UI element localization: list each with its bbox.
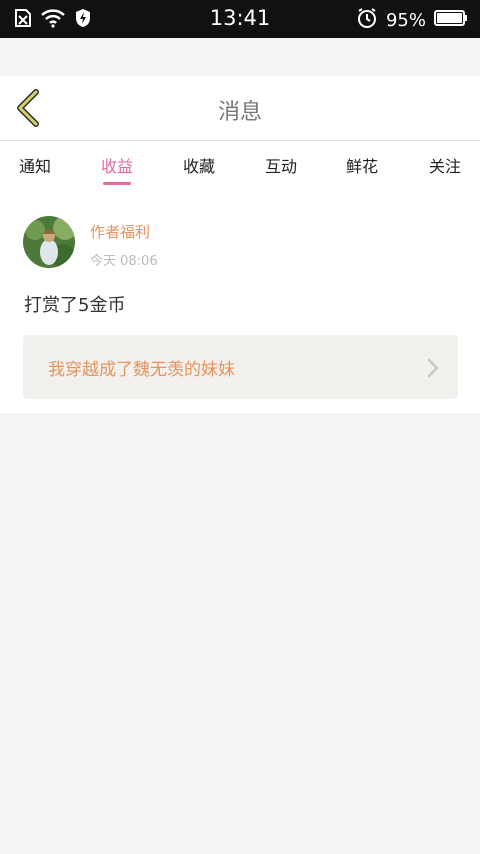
book-link[interactable]: 我穿越成了魏无羡的妹妹	[23, 335, 458, 399]
book-title: 我穿越成了魏无羡的妹妹	[48, 360, 235, 380]
chevron-right-icon	[427, 358, 439, 378]
tab-earnings[interactable]: 收益	[92, 153, 142, 177]
message-text: 打赏了5金币	[24, 295, 126, 316]
author-name: 作者福利	[90, 223, 151, 241]
spacer	[0, 38, 480, 76]
tab-interactions[interactable]: 互动	[256, 153, 306, 177]
title-bar: 消息	[0, 76, 480, 141]
tab-flowers[interactable]: 鲜花	[337, 153, 387, 177]
tab-favorites[interactable]: 收藏	[174, 153, 224, 177]
battery-icon	[434, 9, 468, 31]
page-title: 消息	[217, 100, 262, 125]
tab-notifications[interactable]: 通知	[10, 153, 60, 177]
active-tab-indicator	[103, 182, 131, 185]
tab-bar: 通知 收益 收藏 互动 鲜花 关注	[0, 141, 480, 193]
battery-percent: 95%	[385, 9, 426, 31]
avatar[interactable]	[23, 216, 75, 268]
message-time: 今天 08:06	[90, 254, 158, 269]
alarm-icon	[356, 7, 378, 33]
status-bar: 13:41 95%	[0, 0, 480, 38]
tab-follows[interactable]: 关注	[420, 153, 470, 177]
status-right-icons: 95%	[356, 7, 468, 33]
message-card: 作者福利 今天 08:06 打赏了5金币 我穿越成了魏无羡的妹妹	[0, 193, 480, 413]
